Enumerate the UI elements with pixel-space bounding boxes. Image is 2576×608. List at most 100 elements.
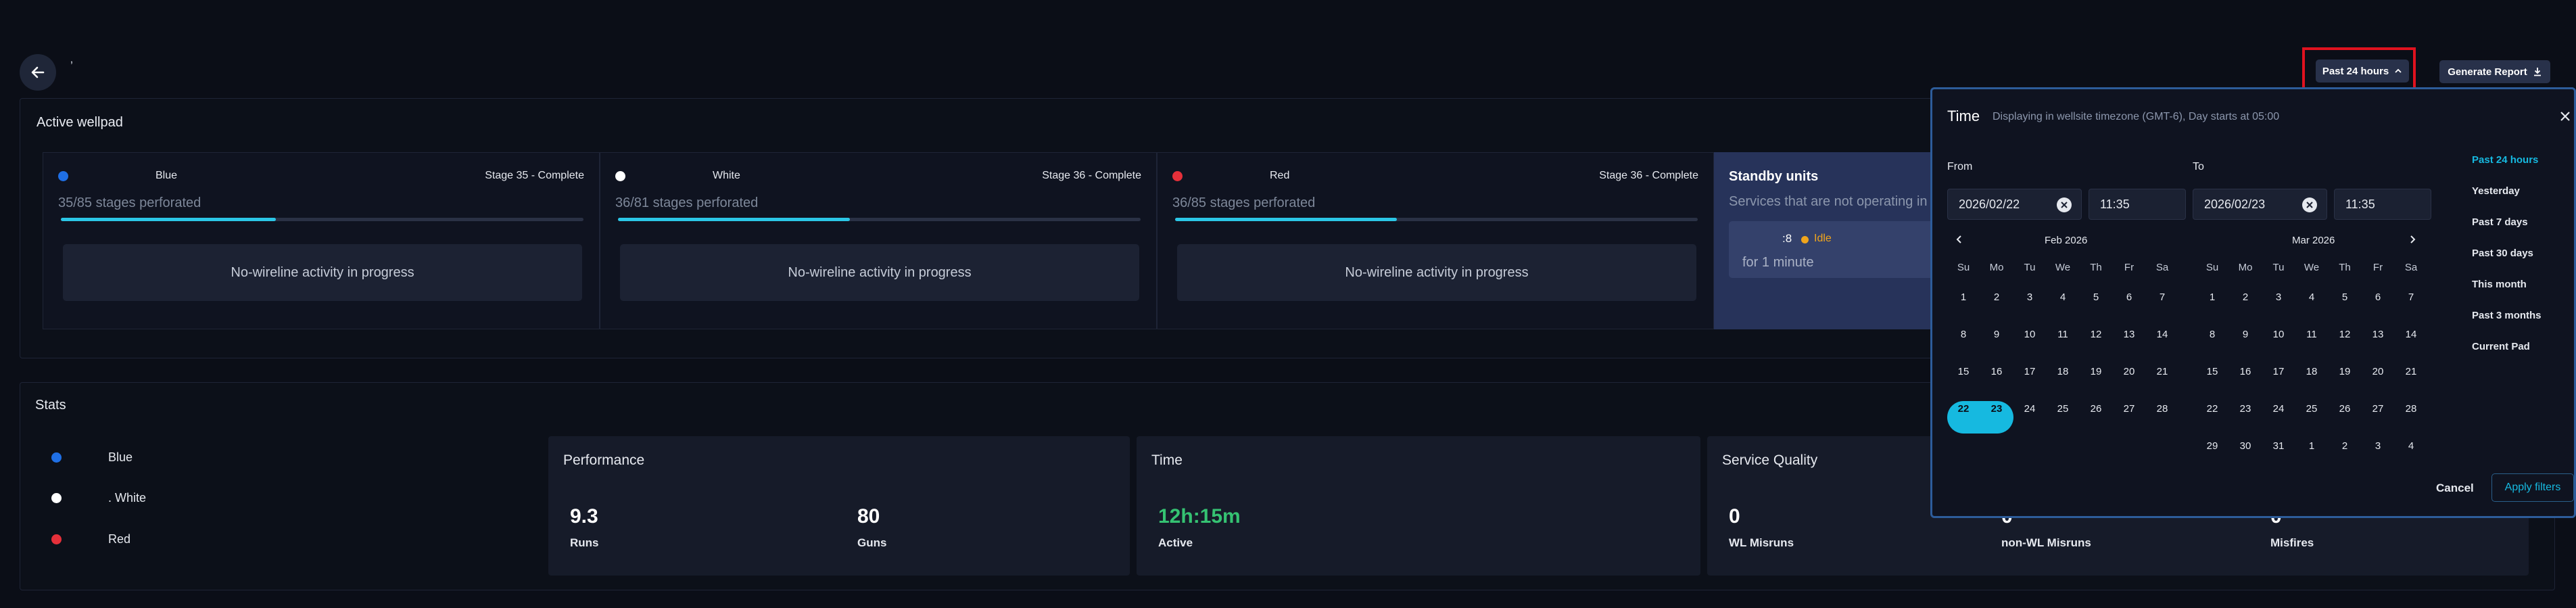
mar-day-19[interactable]: 19	[2329, 356, 2361, 386]
mar-day-3[interactable]: 3	[2262, 282, 2295, 312]
feb-day-9[interactable]: 9	[1980, 319, 2013, 349]
well-card-red[interactable]: Red Stage 36 - Complete 36/85 stages per…	[1157, 152, 1714, 329]
mar-day-7[interactable]: 7	[2395, 282, 2427, 312]
feb-day-26[interactable]: 26	[2080, 394, 2112, 423]
feb-day-14[interactable]: 14	[2146, 319, 2178, 349]
from-time-input[interactable]: 11:35	[2089, 189, 2186, 220]
mar-day-8[interactable]: 8	[2196, 319, 2228, 349]
feb-day-25[interactable]: 25	[2047, 394, 2079, 423]
feb-day-7[interactable]: 7	[2146, 282, 2178, 312]
preset-current-pad[interactable]: Current Pad	[2472, 341, 2530, 352]
mar-day-6[interactable]: 6	[2362, 282, 2394, 312]
mar-day-23[interactable]: 23	[2229, 394, 2262, 423]
well-name: White	[713, 170, 740, 181]
mar-day-30[interactable]: 30	[2229, 431, 2262, 461]
mar-day-25[interactable]: 25	[2295, 394, 2328, 423]
mar-day-9[interactable]: 9	[2229, 319, 2262, 349]
to-time-input[interactable]: 11:35	[2334, 189, 2431, 220]
feb-day-21[interactable]: 21	[2146, 356, 2178, 386]
feb-day-16[interactable]: 16	[1980, 356, 2013, 386]
mar-day-2[interactable]: 2	[2229, 282, 2262, 312]
mar-day-10[interactable]: 10	[2262, 319, 2295, 349]
mar-day-29[interactable]: 29	[2196, 431, 2228, 461]
feb-day-6[interactable]: 6	[2113, 282, 2145, 312]
mar-day-21[interactable]: 21	[2395, 356, 2427, 386]
mar-day-28[interactable]: 28	[2395, 394, 2427, 423]
from-label: From	[1947, 161, 1973, 172]
mar-day-26[interactable]: 26	[2329, 394, 2361, 423]
mar-day-17[interactable]: 17	[2262, 356, 2295, 386]
feb-day-5[interactable]: 5	[2080, 282, 2112, 312]
mar-day-13[interactable]: 13	[2362, 319, 2394, 349]
apply-filters-button[interactable]: Apply filters	[2491, 473, 2574, 502]
mar-day-31[interactable]: 31	[2262, 431, 2295, 461]
weekday-label: Sa	[2155, 262, 2169, 273]
mar-day-11[interactable]: 11	[2295, 319, 2328, 349]
standby-title: Standby units	[1729, 169, 1819, 184]
feb-day-12[interactable]: 12	[2080, 319, 2112, 349]
to-date-input[interactable]: 2026/02/23	[2193, 189, 2327, 220]
well-progress-bar	[1175, 218, 1698, 221]
preset-past-3-months[interactable]: Past 3 months	[2472, 310, 2542, 321]
preset-yesterday[interactable]: Yesterday	[2472, 185, 2520, 197]
prev-month-icon[interactable]	[1955, 235, 1963, 244]
feb-day-4[interactable]: 4	[2047, 282, 2079, 312]
feb-day-19[interactable]: 19	[2080, 356, 2112, 386]
feb-day-11[interactable]: 11	[2047, 319, 2079, 349]
feb-day-24[interactable]: 24	[2013, 394, 2046, 423]
next-month-icon[interactable]	[2408, 235, 2416, 244]
legend-item-blue[interactable]: Blue	[51, 450, 133, 465]
standby-unit-card[interactable]: :8 Idle for 1 minute	[1729, 221, 1964, 278]
clear-from-date-icon[interactable]	[2057, 197, 2072, 212]
well-card-white[interactable]: White Stage 36 - Complete 36/81 stages p…	[600, 152, 1157, 329]
mar-day-4[interactable]: 4	[2395, 431, 2427, 461]
feb-day-17[interactable]: 17	[2013, 356, 2046, 386]
feb-day-18[interactable]: 18	[2047, 356, 2079, 386]
feb-day-3[interactable]: 3	[2013, 282, 2046, 312]
preset-past-7-days[interactable]: Past 7 days	[2472, 216, 2528, 228]
mar-day-5[interactable]: 5	[2329, 282, 2361, 312]
mar-day-20[interactable]: 20	[2362, 356, 2394, 386]
well-activity: No-wireline activity in progress	[63, 244, 582, 301]
legend-item-red[interactable]: Red	[51, 532, 130, 546]
back-button[interactable]	[20, 54, 56, 91]
mar-day-15[interactable]: 15	[2196, 356, 2228, 386]
preset-past-24-hours[interactable]: Past 24 hours	[2472, 154, 2538, 166]
close-icon[interactable]	[2559, 110, 2571, 122]
mar-day-4[interactable]: 4	[2295, 282, 2328, 312]
feb-month-title: Feb 2026	[2045, 235, 2088, 246]
mar-day-18[interactable]: 18	[2295, 356, 2328, 386]
feb-day-15[interactable]: 15	[1947, 356, 1980, 386]
mar-day-12[interactable]: 12	[2329, 319, 2361, 349]
feb-day-13[interactable]: 13	[2113, 319, 2145, 349]
mar-day-24[interactable]: 24	[2262, 394, 2295, 423]
preset-this-month[interactable]: This month	[2472, 279, 2527, 290]
mar-day-22[interactable]: 22	[2196, 394, 2228, 423]
mar-day-1[interactable]: 1	[2295, 431, 2328, 461]
feb-day-23[interactable]: 23	[1980, 394, 2013, 423]
feb-day-20[interactable]: 20	[2113, 356, 2145, 386]
mar-day-2[interactable]: 2	[2329, 431, 2361, 461]
feb-day-2[interactable]: 2	[1980, 282, 2013, 312]
feb-day-1[interactable]: 1	[1947, 282, 1980, 312]
mar-day-27[interactable]: 27	[2362, 394, 2394, 423]
weekday-label: We	[2055, 262, 2071, 273]
feb-day-10[interactable]: 10	[2013, 319, 2046, 349]
feb-day-27[interactable]: 27	[2113, 394, 2145, 423]
legend-item-white[interactable]: . White	[51, 491, 146, 505]
mar-day-16[interactable]: 16	[2229, 356, 2262, 386]
feb-day-8[interactable]: 8	[1947, 319, 1980, 349]
clear-to-date-icon[interactable]	[2302, 197, 2317, 212]
well-card-blue[interactable]: Blue Stage 35 - Complete 35/85 stages pe…	[43, 152, 600, 329]
feb-day-28[interactable]: 28	[2146, 394, 2178, 423]
mar-day-1[interactable]: 1	[2196, 282, 2228, 312]
from-date-input[interactable]: 2026/02/22	[1947, 189, 2082, 220]
well-stage: Stage 36 - Complete	[1599, 170, 1698, 181]
preset-past-30-days[interactable]: Past 30 days	[2472, 248, 2533, 259]
cancel-button[interactable]: Cancel	[2436, 482, 2474, 495]
mar-day-14[interactable]: 14	[2395, 319, 2427, 349]
feb-day-22[interactable]: 22	[1947, 394, 1980, 423]
mar-day-3[interactable]: 3	[2362, 431, 2394, 461]
well-name: Blue	[156, 170, 178, 181]
generate-report-button[interactable]: Generate Report	[2439, 60, 2550, 83]
